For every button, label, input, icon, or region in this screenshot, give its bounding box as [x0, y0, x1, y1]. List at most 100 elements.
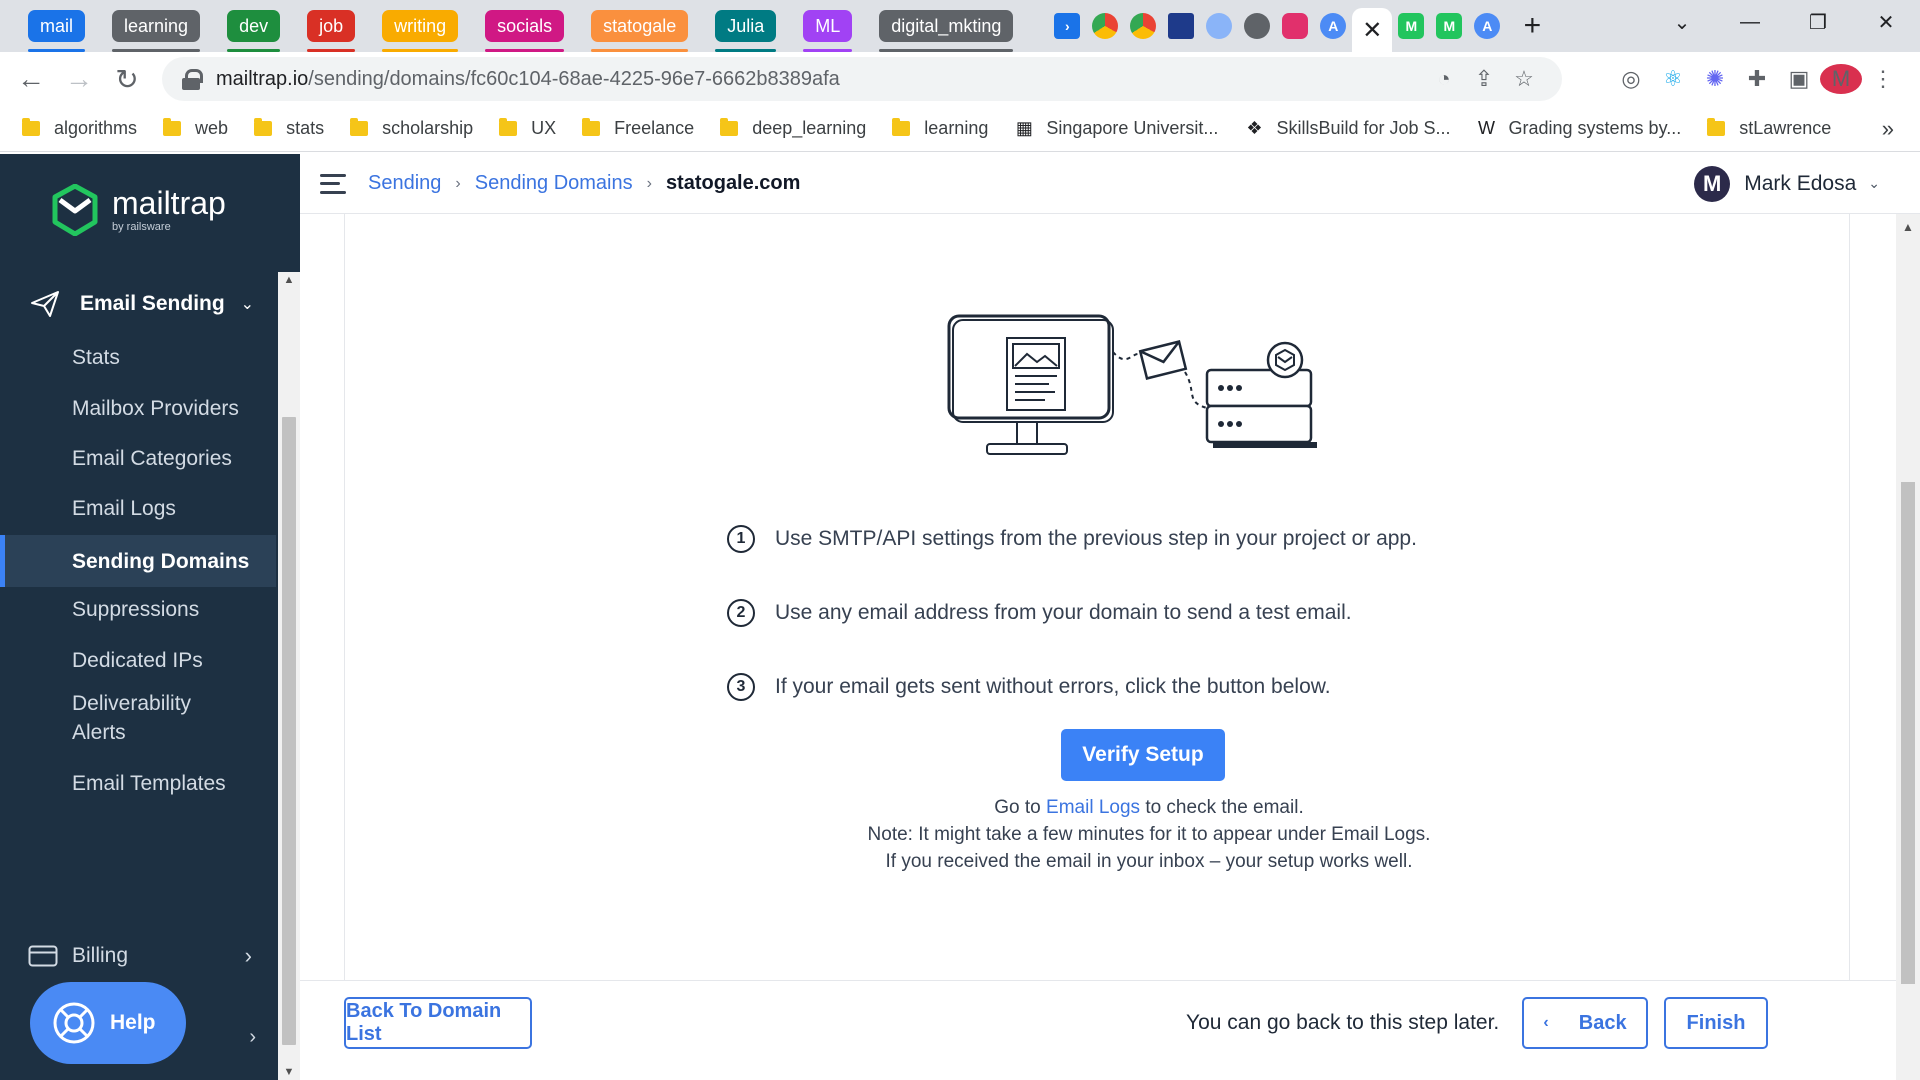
back-arrow-icon[interactable]: ←: [14, 62, 48, 96]
bookmark-item[interactable]: Freelance: [582, 118, 694, 139]
chevron-right-icon: ›: [244, 943, 252, 968]
share-icon[interactable]: ⇪: [1464, 66, 1504, 92]
address-bar[interactable]: mailtrap.io/sending/domains/fc60c104-68a…: [162, 57, 1562, 101]
close-window-button[interactable]: ✕: [1852, 0, 1920, 44]
url-text[interactable]: mailtrap.io/sending/domains/fc60c104-68a…: [216, 68, 840, 91]
lock-icon[interactable]: [182, 69, 203, 90]
bookmark-item[interactable]: stats: [254, 118, 324, 139]
scroll-up-arrow-icon[interactable]: ▲: [1896, 220, 1920, 234]
sidebar-item-deliverability-alerts[interactable]: Deliverability Alerts: [0, 689, 276, 747]
finish-button[interactable]: Finish: [1664, 997, 1768, 1049]
breadcrumb-sending-domains[interactable]: Sending Domains: [475, 172, 633, 195]
side-panel-icon[interactable]: ▣: [1778, 66, 1820, 92]
tab-group-digital-mkting[interactable]: digital_mkting: [879, 10, 1014, 52]
chrome-tab-icon-2[interactable]: [1130, 13, 1157, 39]
bookmark-star-icon[interactable]: ☆: [1504, 66, 1544, 92]
back-button[interactable]: ‹ Back: [1522, 997, 1648, 1049]
user-name: Mark Edosa: [1744, 171, 1857, 195]
scroll-down-arrow-icon[interactable]: ▼: [278, 1066, 300, 1078]
step-text: Use SMTP/API settings from the previous …: [775, 527, 1417, 550]
bookmark-item[interactable]: scholarship: [350, 118, 473, 139]
react-devtools-icon[interactable]: ⚛: [1652, 66, 1694, 92]
sidebar-scroll-thumb[interactable]: [282, 417, 296, 1045]
reload-icon[interactable]: ↻: [110, 62, 144, 96]
extension-icon-1[interactable]: ◎: [1610, 66, 1652, 92]
tab-group-mail[interactable]: mail: [28, 10, 86, 52]
mailtrap-tab-icon[interactable]: M: [1398, 13, 1425, 39]
tab-group-statogale[interactable]: statogale: [591, 10, 689, 52]
bookmark-item[interactable]: web: [163, 118, 228, 139]
user-menu[interactable]: M Mark Edosa ⌄: [1694, 165, 1880, 202]
bookmark-item[interactable]: ▦ Singapore Universit...: [1014, 118, 1219, 139]
globe-dark-tab-icon[interactable]: [1244, 13, 1271, 39]
tab-group-writing[interactable]: writing: [382, 10, 459, 52]
a-tab-icon-2[interactable]: A: [1474, 13, 1501, 39]
more-menu-icon[interactable]: ⋮: [1862, 66, 1904, 92]
bookmark-item[interactable]: algorithms: [22, 118, 137, 139]
hamburger-menu-icon[interactable]: [320, 173, 346, 194]
chevron-right-icon[interactable]: ›: [249, 1026, 256, 1049]
puzzle-icon[interactable]: ✚: [1736, 66, 1778, 92]
app-header: Sending › Sending Domains › statogale.co…: [300, 154, 1920, 214]
restore-button[interactable]: ❐: [1784, 0, 1852, 44]
bookmarks-list: algorithms web stats scholarship UX Freelance…: [22, 118, 1857, 139]
mailtrap-logo[interactable]: mailtrap by railsware: [52, 184, 226, 236]
bookmark-label: learning: [924, 118, 989, 138]
browser-tab-strip: mail learning dev job writing socials statogal…: [0, 0, 1920, 52]
a-tab-icon[interactable]: A: [1320, 13, 1347, 39]
sidebar-item-email-templates[interactable]: Email Templates: [0, 766, 276, 800]
sidebar-item-mailbox-providers[interactable]: Mailbox Providers: [0, 391, 276, 425]
powershell-tab-icon[interactable]: ›: [1054, 13, 1081, 39]
globe-tab-icon[interactable]: [1206, 13, 1233, 39]
back-to-domain-list-button[interactable]: Back To Domain List: [344, 997, 532, 1049]
breadcrumb-sending[interactable]: Sending: [368, 172, 441, 195]
minimize-button[interactable]: —: [1716, 0, 1784, 44]
sidebar-item-billing[interactable]: Billing ›: [0, 932, 276, 980]
bookmark-item[interactable]: ❖ SkillsBuild for Job S...: [1244, 118, 1450, 139]
bookmark-item[interactable]: W Grading systems by...: [1477, 118, 1681, 139]
tab-group-learning[interactable]: learning: [112, 10, 201, 52]
performance-icon[interactable]: ◔: [1424, 66, 1464, 92]
tab-group-job[interactable]: job: [307, 10, 356, 52]
forward-arrow-icon[interactable]: →: [62, 62, 96, 96]
setup-steps: 1 Use SMTP/API settings from the previous…: [727, 502, 1417, 724]
sidebar-scrollbar[interactable]: ▲ ▼: [278, 272, 300, 1080]
mailtrap-tab-icon-2[interactable]: M: [1436, 13, 1463, 39]
bookmark-item[interactable]: deep_learning: [720, 118, 866, 139]
tab-group-dev[interactable]: dev: [227, 10, 281, 52]
new-tab-button[interactable]: +: [1516, 9, 1548, 42]
credit-card-icon: [28, 945, 58, 967]
chrome-tab-icon[interactable]: [1092, 13, 1119, 39]
bookmark-item[interactable]: stLawrence: [1707, 118, 1831, 139]
bookmark-item[interactable]: UX: [499, 118, 556, 139]
sidebar-item-email-logs[interactable]: Email Logs: [0, 491, 276, 525]
eu-flag-tab-icon[interactable]: [1168, 13, 1195, 39]
sidebar: mailtrap by railsware Email Sending ⌄ St…: [0, 154, 300, 1080]
instagram-tab-icon[interactable]: [1282, 13, 1309, 39]
sidebar-item-sending-domains[interactable]: Sending Domains: [0, 535, 276, 587]
setup-step: 1 Use SMTP/API settings from the previous…: [727, 502, 1417, 576]
bookmarks-overflow-icon[interactable]: »: [1882, 116, 1894, 142]
email-logs-link[interactable]: Email Logs: [1046, 797, 1140, 818]
main-scrollbar[interactable]: ▲: [1896, 214, 1920, 1080]
sidebar-item-email-categories[interactable]: Email Categories: [0, 441, 276, 475]
bookmark-item[interactable]: learning: [892, 118, 988, 139]
tab-group-julia[interactable]: Julia: [715, 10, 777, 52]
tab-search-icon[interactable]: ⌄: [1648, 0, 1716, 44]
email-sending-illustration-icon: [947, 314, 1317, 455]
close-icon[interactable]: ✕: [1362, 16, 1382, 45]
verify-setup-button[interactable]: Verify Setup: [1061, 729, 1225, 781]
extension-icon-3[interactable]: ✺: [1694, 66, 1736, 92]
scroll-up-arrow-icon[interactable]: ▲: [278, 274, 300, 286]
sidebar-item-dedicated-ips[interactable]: Dedicated IPs: [0, 643, 276, 677]
sidebar-section-email-sending[interactable]: Email Sending ⌄: [0, 278, 276, 330]
profile-avatar[interactable]: M: [1820, 64, 1862, 94]
tab-group-socials[interactable]: socials: [485, 10, 565, 52]
sidebar-item-stats[interactable]: Stats: [0, 340, 276, 374]
sidebar-item-suppressions[interactable]: Suppressions: [0, 592, 276, 626]
help-button[interactable]: Help: [30, 982, 186, 1064]
active-tab[interactable]: ✕: [1352, 8, 1393, 52]
main-scroll-thumb[interactable]: [1901, 482, 1915, 984]
folder-icon: [892, 118, 911, 136]
tab-group-ml[interactable]: ML: [803, 10, 853, 52]
